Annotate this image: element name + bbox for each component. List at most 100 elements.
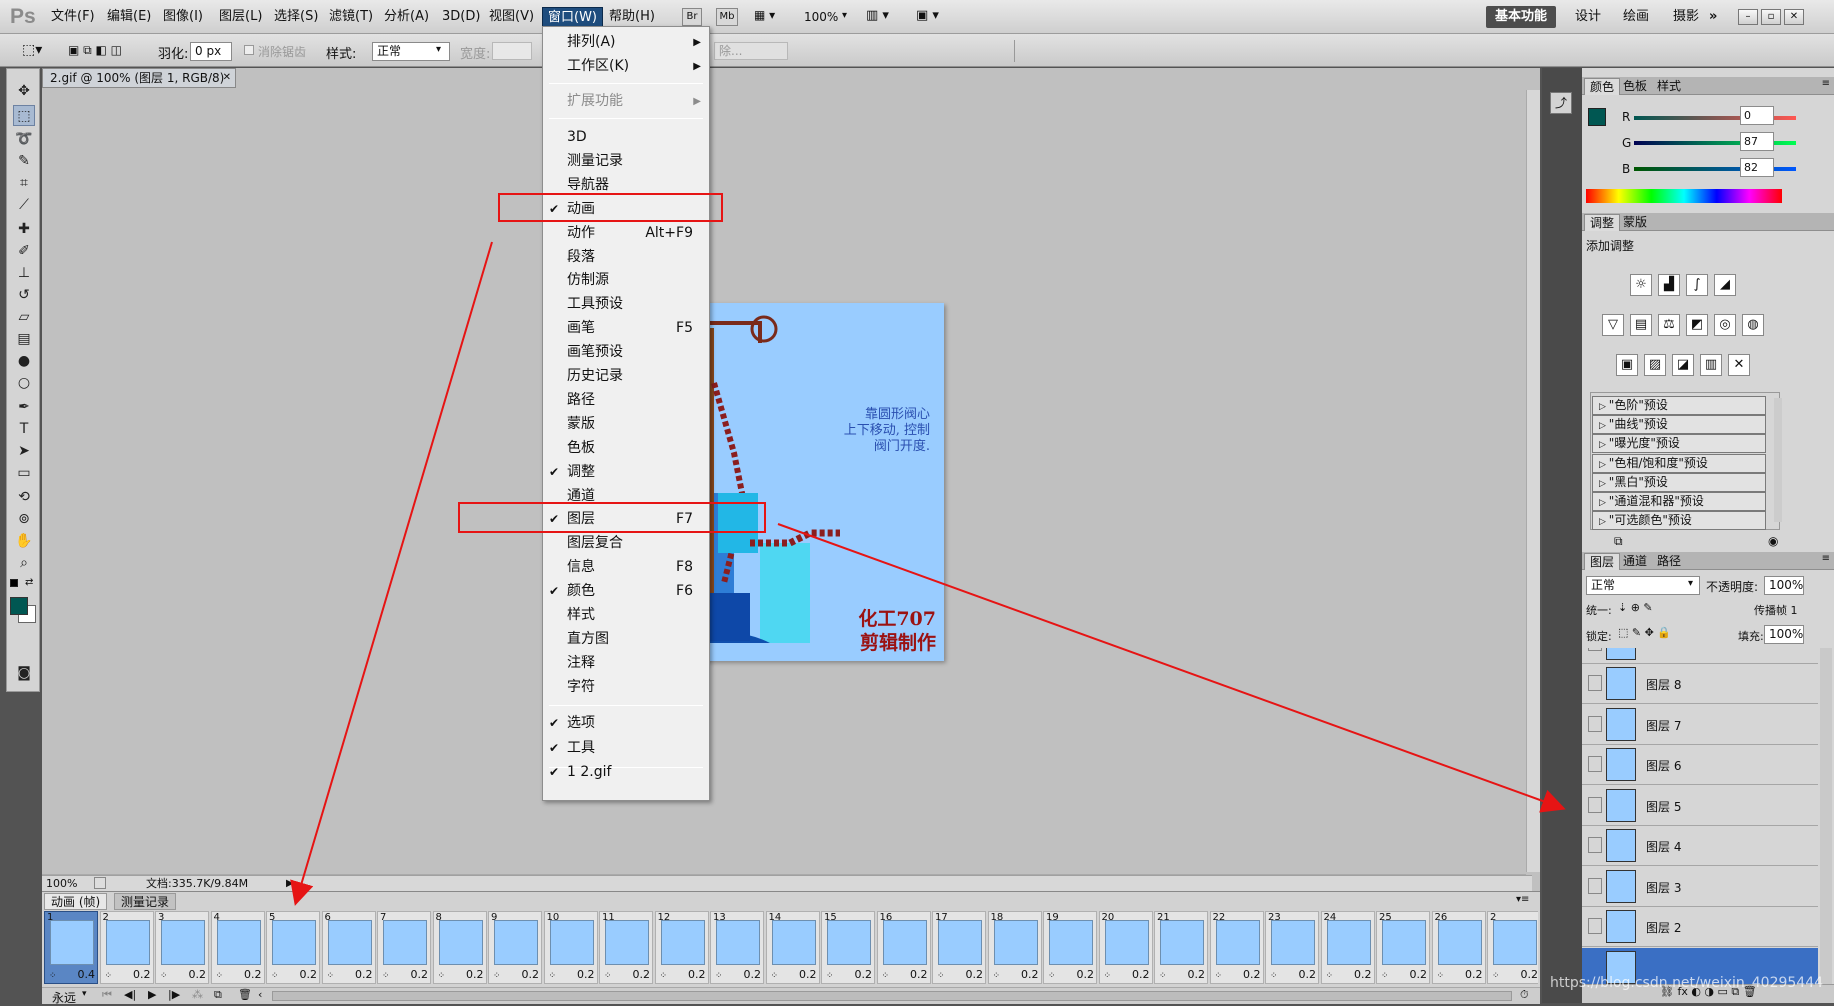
menu-item-window-4[interactable]: 动作 Alt+F9 bbox=[543, 222, 709, 245]
status-zoom[interactable]: 100% bbox=[46, 876, 77, 891]
workspace-essentials[interactable]: 基本功能 bbox=[1486, 6, 1557, 28]
adjustment-preset[interactable]: ▷ "曲线"预设 bbox=[1592, 415, 1766, 435]
frame-delay[interactable]: 0.2 bbox=[799, 968, 817, 981]
more-workspaces-icon[interactable]: » bbox=[1700, 6, 1726, 28]
zoom-level[interactable]: 100% bbox=[804, 10, 838, 24]
status-arrow-icon[interactable]: ▶ bbox=[286, 876, 294, 891]
black-white-icon[interactable]: ◩ bbox=[1686, 314, 1708, 336]
menu-item-window-20[interactable]: 样式 bbox=[543, 604, 709, 627]
workspace-design[interactable]: 设计 bbox=[1566, 6, 1610, 28]
frame-disposal-icon[interactable]: ⁘ bbox=[882, 971, 890, 981]
marquee-tool-icon[interactable]: ⬚ bbox=[13, 105, 35, 126]
blend-mode-select[interactable]: 正常 bbox=[1586, 576, 1700, 595]
frame-disposal-icon[interactable]: ⁘ bbox=[382, 971, 390, 981]
frame-disposal-icon[interactable]: ⁘ bbox=[1048, 971, 1056, 981]
menu-item-window-10[interactable]: 历史记录 bbox=[543, 365, 709, 388]
menu-item-window-8[interactable]: 画笔 F5 bbox=[543, 317, 709, 340]
menu-item-workspace[interactable]: 工作区(K) ▶ bbox=[543, 55, 709, 78]
brightness-icon[interactable]: ☼ bbox=[1630, 274, 1652, 296]
frame-disposal-icon[interactable]: ⁘ bbox=[105, 971, 113, 981]
tab-layers[interactable]: 图层 bbox=[1584, 553, 1621, 570]
frame-delay[interactable]: 0.2 bbox=[300, 968, 318, 981]
menu-item-window-extra-1[interactable]: ✔ 工具 bbox=[543, 737, 709, 760]
invert-icon[interactable]: ▣ bbox=[1616, 354, 1638, 376]
first-frame-icon[interactable]: ⏮ bbox=[102, 988, 112, 1002]
frame-delay[interactable]: 0.2 bbox=[133, 968, 151, 981]
animation-frame[interactable]: 6 ⁘ 0.2 bbox=[321, 911, 376, 984]
menu-item-window-21[interactable]: 直方图 bbox=[543, 628, 709, 651]
animation-frame[interactable]: 10 ⁘ 0.2 bbox=[543, 911, 598, 984]
tab-paths[interactable]: 路径 bbox=[1652, 553, 1686, 570]
chevron-down-icon[interactable]: ▾ bbox=[82, 989, 87, 999]
animation-frame[interactable]: 2 ⁘ 0.2 bbox=[99, 911, 154, 984]
frame-delay[interactable]: 0.2 bbox=[910, 968, 928, 981]
animation-frame[interactable]: 19 ⁘ 0.2 bbox=[1043, 911, 1097, 984]
adjustment-preset[interactable]: ▷ "通道混和器"预设 bbox=[1592, 492, 1766, 511]
zoom-dropdown-icon[interactable]: ▾ bbox=[842, 10, 847, 21]
threshold-icon[interactable]: ◪ bbox=[1672, 354, 1694, 376]
next-frame-icon[interactable]: |▶ bbox=[168, 988, 180, 1001]
menu-item-window-17[interactable]: 图层复合 bbox=[543, 532, 709, 555]
adjustment-preset[interactable]: ▷ "色相/饱和度"预设 bbox=[1592, 453, 1766, 473]
animation-frame[interactable]: 14 ⁘ 0.2 bbox=[765, 911, 820, 984]
layer-row[interactable]: 图层 8 bbox=[1582, 664, 1818, 704]
loop-select[interactable]: 永远 bbox=[52, 989, 76, 1006]
frame-delay[interactable]: 0.2 bbox=[966, 968, 984, 981]
posterize-icon[interactable]: ▨ bbox=[1644, 354, 1666, 376]
shape-tool-icon[interactable]: ▭ bbox=[13, 463, 35, 484]
frame-disposal-icon[interactable]: ⁘ bbox=[1326, 971, 1334, 981]
propagate-frame[interactable]: 传播帧 1 bbox=[1754, 602, 1798, 618]
quick-select-tool-icon[interactable]: ✎ bbox=[13, 151, 35, 172]
tab-adjustments[interactable]: 调整 bbox=[1584, 214, 1621, 231]
frame-delay[interactable]: 0.2 bbox=[688, 968, 706, 981]
refine-edge-button[interactable]: 除... bbox=[714, 42, 788, 60]
animation-frame[interactable]: 17 ⁘ 0.2 bbox=[932, 911, 986, 984]
frame-delay[interactable]: 0.4 bbox=[78, 968, 96, 981]
layer-visibility-toggle[interactable] bbox=[1588, 648, 1602, 651]
layer-visibility-toggle[interactable] bbox=[1588, 837, 1602, 853]
frame-disposal-icon[interactable]: ⁘ bbox=[438, 971, 446, 981]
frame-delay[interactable]: 0.2 bbox=[1243, 968, 1261, 981]
minimize-icon[interactable]: – bbox=[1738, 9, 1758, 25]
move-tool-icon[interactable]: ✥ bbox=[13, 81, 35, 102]
exposure-icon[interactable]: ◢ bbox=[1714, 274, 1736, 296]
width-input[interactable] bbox=[492, 42, 532, 60]
mini-bridge-button[interactable]: Mb bbox=[716, 8, 738, 26]
layer-row[interactable]: 图层 2 bbox=[1582, 907, 1818, 947]
frame-disposal-icon[interactable]: ⁘ bbox=[771, 971, 779, 981]
hand-tool-icon[interactable]: ✋ bbox=[13, 531, 35, 552]
frame-delay[interactable]: 0.2 bbox=[355, 968, 373, 981]
frame-delay[interactable]: 0.2 bbox=[577, 968, 595, 981]
tab-close-icon[interactable]: ✕ bbox=[223, 69, 231, 87]
visibility-icon[interactable]: ◉ bbox=[1768, 534, 1778, 548]
swap-colors-icon[interactable]: ⇄ bbox=[25, 577, 33, 588]
animation-frame[interactable]: 3 ⁘ 0.2 bbox=[155, 911, 209, 984]
menu-item-arrange[interactable]: 排列(A) ▶ bbox=[543, 31, 709, 54]
selective-color-icon[interactable]: ✕ bbox=[1728, 354, 1750, 376]
color-balance-icon[interactable]: ⚖ bbox=[1658, 314, 1680, 336]
animation-frame[interactable]: 20 ⁘ 0.2 bbox=[1098, 911, 1153, 984]
frame-delay[interactable]: 0.2 bbox=[1465, 968, 1483, 981]
workspace-painting[interactable]: 绘画 bbox=[1614, 6, 1658, 28]
layer-row[interactable]: 图层 7 bbox=[1582, 704, 1818, 745]
layer-visibility-toggle[interactable] bbox=[1588, 756, 1602, 772]
tab-styles[interactable]: 样式 bbox=[1652, 78, 1686, 95]
quick-mask-icon[interactable]: ◙ bbox=[13, 663, 35, 684]
animation-frame[interactable]: 5 ⁘ 0.2 bbox=[266, 911, 320, 984]
layer-visibility-toggle[interactable] bbox=[1588, 796, 1602, 813]
menu-file[interactable]: 文件(F) bbox=[46, 7, 100, 27]
frame-disposal-icon[interactable]: ⁘ bbox=[604, 971, 612, 981]
layer-row[interactable]: 图层 3 bbox=[1582, 866, 1818, 907]
menu-3d[interactable]: 3D(D) bbox=[437, 7, 485, 27]
3d-orbit-tool-icon[interactable]: ⊚ bbox=[13, 509, 35, 530]
menu-item-window-9[interactable]: 画笔预设 bbox=[543, 341, 709, 364]
play-icon[interactable]: ▶ bbox=[148, 988, 156, 1001]
menu-item-window-12[interactable]: 蒙版 bbox=[543, 413, 709, 436]
gradient-map-icon[interactable]: ▥ bbox=[1700, 354, 1722, 376]
feather-input[interactable]: 0 px bbox=[190, 42, 232, 61]
close-icon[interactable]: ✕ bbox=[1784, 9, 1804, 25]
fill-input[interactable]: 100% bbox=[1764, 625, 1804, 644]
menu-item-window-0[interactable]: 3D bbox=[543, 126, 709, 149]
channel-mixer-icon[interactable]: ◍ bbox=[1742, 314, 1764, 336]
menu-item-window-1[interactable]: 测量记录 bbox=[543, 150, 709, 173]
